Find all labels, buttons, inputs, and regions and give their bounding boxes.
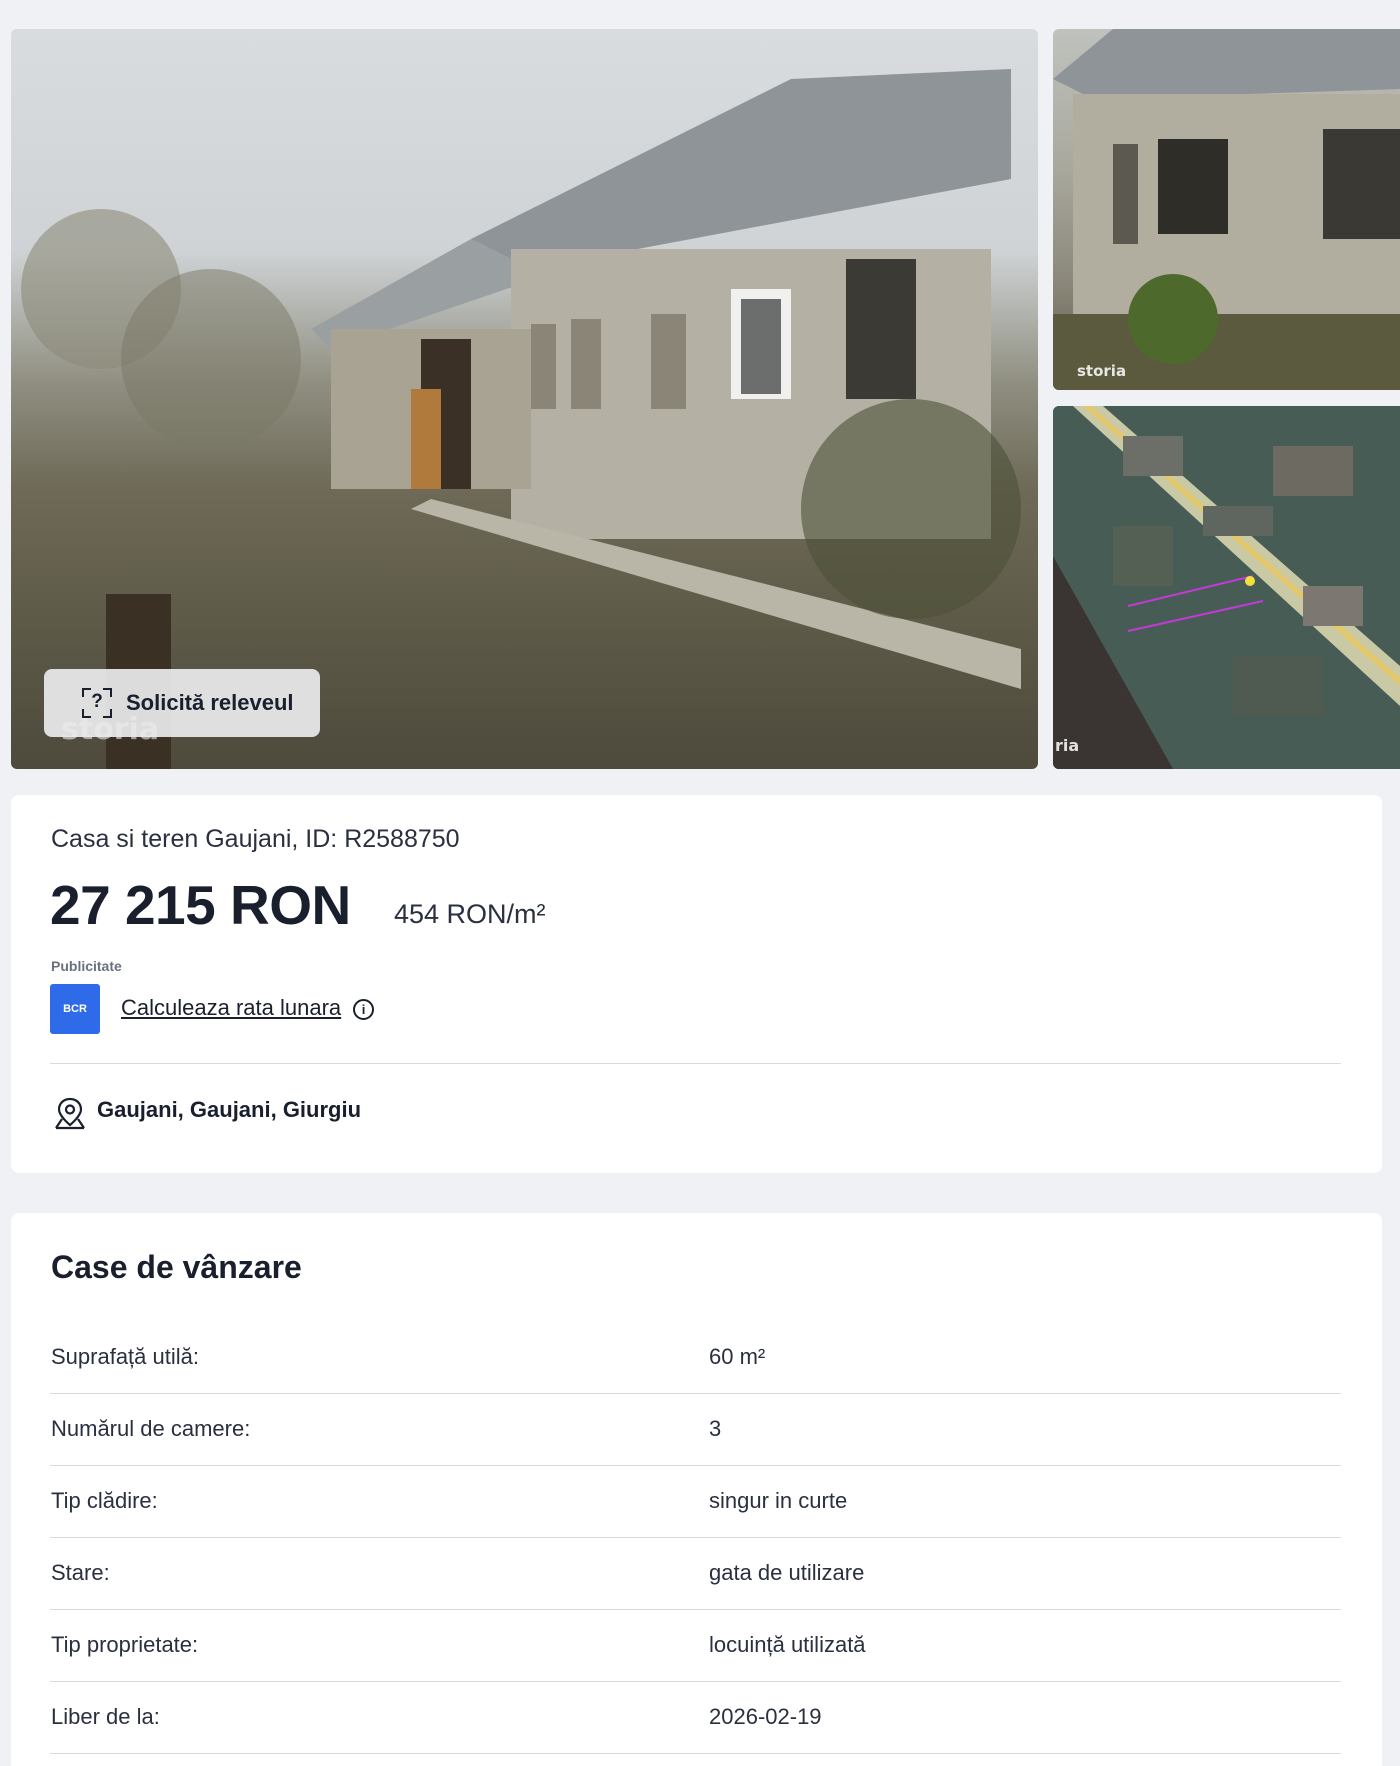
house-photo-illustration xyxy=(21,69,1021,769)
price-per-m2: 454 RON/m² xyxy=(394,899,546,929)
price: 27 215 RON xyxy=(50,874,351,936)
watermark: ria xyxy=(1055,736,1080,755)
main-photo[interactable]: storia ? Solicită releveul xyxy=(11,29,1038,769)
listing-summary-card: Casa si teren Gaujani, ID: R2588750 27 2… xyxy=(11,795,1382,1173)
detail-label: Liber de la: xyxy=(51,1704,160,1729)
watermark: storia xyxy=(1077,362,1127,380)
map-pin-icon xyxy=(55,1097,85,1130)
ad-label: Publicitate xyxy=(51,958,122,974)
location-text[interactable]: Gaujani, Gaujani, Giurgiu xyxy=(97,1097,361,1123)
detail-label: Tip clădire: xyxy=(51,1488,158,1513)
divider xyxy=(50,1063,1341,1064)
house-thumbnail-illustration xyxy=(1053,29,1400,390)
aerial-map-illustration xyxy=(1053,406,1400,769)
detail-value: gata de utilizare xyxy=(709,1560,865,1585)
detail-value: locuință utilizată xyxy=(709,1632,866,1657)
info-icon[interactable]: i xyxy=(353,999,374,1020)
request-survey-button[interactable]: ? Solicită releveul xyxy=(44,669,320,737)
scan-icon: ? xyxy=(82,688,112,718)
table-row: Tip proprietate: locuință utilizată xyxy=(50,1610,1341,1682)
detail-value: 2026-02-19 xyxy=(709,1704,822,1729)
table-row: Numărul de camere: 3 xyxy=(50,1394,1341,1466)
detail-value: 3 xyxy=(709,1416,722,1441)
table-row: Liber de la: 2026-02-19 xyxy=(50,1682,1341,1754)
details-heading: Case de vânzare xyxy=(51,1249,302,1285)
photo-gallery: storia ? Solicită releveul storia xyxy=(11,29,1400,769)
detail-label: Suprafață utilă: xyxy=(51,1344,199,1369)
detail-value: 60 m² xyxy=(709,1344,766,1369)
request-survey-label: Solicită releveul xyxy=(126,690,294,715)
calculate-monthly-rate-link[interactable]: Calculeaza rata lunara xyxy=(121,995,341,1021)
listing-title: Casa si teren Gaujani, ID: R2588750 xyxy=(51,825,460,853)
detail-label: Numărul de camere: xyxy=(51,1416,251,1441)
detail-value: singur in curte xyxy=(709,1488,848,1513)
details-table: Suprafață utilă: 60 m² Numărul de camere… xyxy=(50,1322,1341,1754)
detail-label: Tip proprietate: xyxy=(51,1632,199,1657)
detail-label: Stare: xyxy=(51,1560,110,1585)
thumbnail-photo-1[interactable]: storia xyxy=(1053,29,1400,390)
bcr-logo[interactable]: BCR xyxy=(50,984,100,1034)
table-row: Stare: gata de utilizare xyxy=(50,1538,1341,1610)
table-row: Suprafață utilă: 60 m² xyxy=(50,1322,1341,1394)
property-details-card: Case de vânzare Suprafață utilă: 60 m² N… xyxy=(11,1213,1382,1766)
table-row: Tip clădire: singur in curte xyxy=(50,1466,1341,1538)
thumbnail-map[interactable]: ria xyxy=(1053,406,1400,769)
